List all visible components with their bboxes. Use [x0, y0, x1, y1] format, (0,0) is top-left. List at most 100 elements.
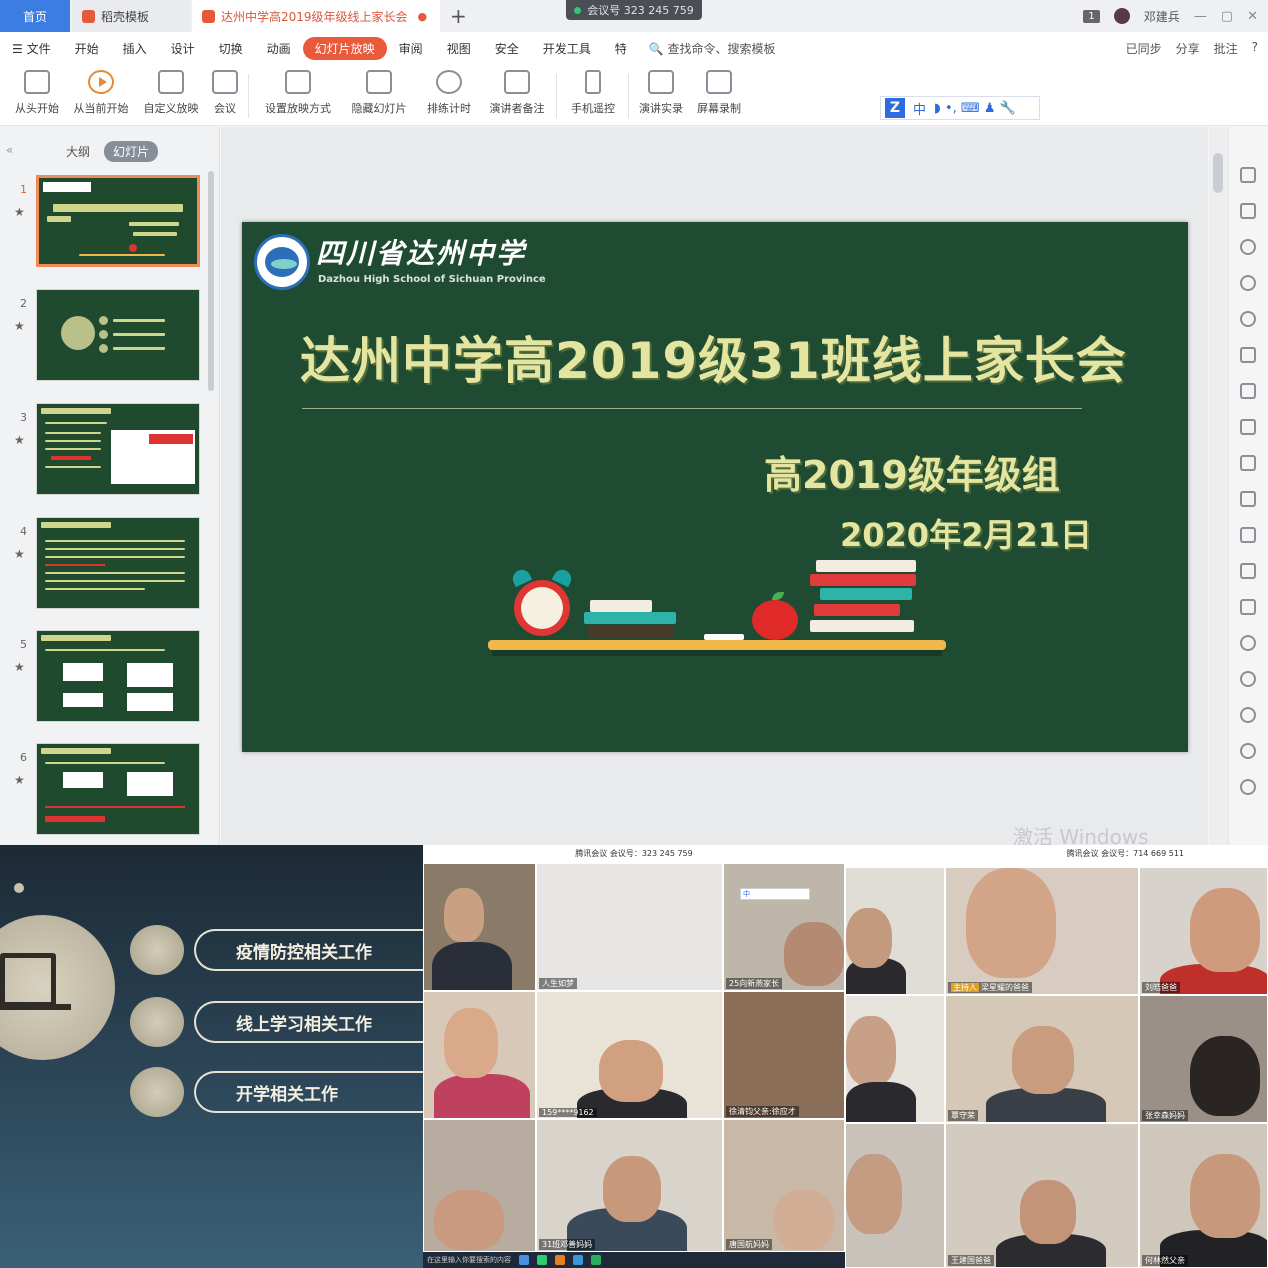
export-icon[interactable] — [1240, 527, 1256, 543]
taskbar-app-icon[interactable] — [573, 1255, 583, 1265]
hide-slide-button[interactable]: 隐藏幻灯片 — [344, 70, 414, 116]
tab-templates[interactable]: 稻壳模板 — [72, 0, 190, 32]
menu-item-transition[interactable]: 切换 — [207, 40, 255, 57]
thumbnail-scrollbar[interactable] — [208, 171, 214, 391]
taskbar-app-icon[interactable] — [555, 1255, 565, 1265]
taskbar-app-icon[interactable] — [519, 1255, 529, 1265]
history-icon[interactable] — [1240, 707, 1256, 723]
sync-button[interactable]: 已同步 — [1126, 40, 1162, 57]
menu-item-insert[interactable]: 插入 — [111, 40, 159, 57]
slide-thumbnail[interactable] — [36, 403, 200, 495]
thumbnail-row[interactable]: 1 ★ — [0, 175, 210, 273]
copy-icon[interactable] — [1240, 491, 1256, 507]
menu-item-special[interactable]: 特 — [603, 40, 639, 57]
menu-item-home[interactable]: 开始 — [63, 40, 111, 57]
thumbnail-row[interactable]: 2 ★ — [0, 289, 210, 387]
video-tile[interactable] — [845, 867, 945, 995]
menu-item-review[interactable]: 审阅 — [387, 40, 435, 57]
slide-thumbnail[interactable] — [36, 289, 200, 381]
play-from-start-button[interactable]: 从头开始 — [4, 70, 70, 116]
location-icon[interactable] — [1240, 275, 1256, 291]
slide-thumbnail[interactable] — [36, 743, 200, 835]
user-avatar[interactable] — [1113, 8, 1130, 24]
share-button[interactable]: 分享 — [1176, 40, 1200, 57]
comment-button[interactable]: 批注 — [1214, 40, 1238, 57]
video-tile[interactable] — [845, 1123, 945, 1268]
collapse-panel-icon[interactable]: « — [6, 143, 13, 157]
slides-tab[interactable]: 幻灯片 — [104, 141, 159, 162]
video-tile[interactable]: 徐清钧父亲:徐应才 — [723, 991, 845, 1119]
video-tile[interactable]: 王建国爸爸 — [945, 1123, 1139, 1268]
grid-icon[interactable] — [1240, 383, 1256, 399]
slide-thumbnail[interactable] — [36, 175, 200, 267]
menu-item-developer[interactable]: 开发工具 — [531, 40, 603, 57]
menu-item-design[interactable]: 设计 — [159, 40, 207, 57]
video-tile[interactable]: 31班邓善妈妈 — [536, 1119, 723, 1252]
slide-thumbnail[interactable] — [36, 630, 200, 722]
slide-thumbnail[interactable] — [36, 517, 200, 609]
template-icon[interactable] — [1240, 563, 1256, 579]
current-slide[interactable]: 四川省达州中学 Dazhou High School of Sichuan Pr… — [242, 222, 1188, 752]
page-badge[interactable]: 1 — [1083, 9, 1100, 23]
video-tile[interactable] — [423, 991, 536, 1119]
video-tile[interactable]: 主持人 梁星耀的爸爸 — [945, 867, 1139, 995]
menu-item-animation[interactable]: 动画 — [255, 40, 303, 57]
input-method-toolbar[interactable]: Z 中 ◗ •, ⌨ ♟ 🔧 — [880, 96, 1040, 120]
image-icon[interactable] — [1240, 599, 1256, 615]
ime-mode[interactable]: 中 — [913, 99, 926, 118]
ime-tools[interactable]: ◗ •, ⌨ ♟ 🔧 — [934, 101, 1016, 116]
help-button[interactable]: ? — [1252, 40, 1258, 57]
home-icon[interactable] — [1240, 167, 1256, 183]
video-tile[interactable]: 刘皓爸爸 — [1139, 867, 1268, 995]
video-tile[interactable]: 覃守荣 — [945, 995, 1139, 1123]
menu-item-view[interactable]: 视图 — [435, 40, 483, 57]
speaker-notes-button[interactable]: 演讲者备注 — [484, 70, 550, 116]
video-tile[interactable]: 唐国航妈妈 — [723, 1119, 845, 1252]
new-tab-icon[interactable]: + — [450, 4, 467, 28]
outline-tab[interactable]: 大纲 — [66, 143, 90, 160]
command-search[interactable]: 🔍 查找命令、搜索模板 — [649, 40, 776, 57]
menu-file[interactable]: ☰ 文件 — [0, 40, 63, 57]
minimize-button[interactable]: — — [1194, 9, 1207, 24]
settings-sliders-icon[interactable] — [1240, 455, 1256, 471]
thumbnail-row[interactable]: 3 ★ — [0, 403, 210, 501]
phone-remote-button[interactable]: 手机遥控 — [560, 70, 626, 116]
canvas-scrollbar[interactable] — [1209, 127, 1229, 845]
tab-document[interactable]: 达州中学高2019级年级线上家长会 ● — [192, 0, 440, 32]
video-tile[interactable]: 张幸森妈妈 — [1139, 995, 1268, 1123]
thumbnail-row[interactable]: 4 ★ — [0, 517, 210, 615]
object-icon[interactable] — [1240, 239, 1256, 255]
setup-show-button[interactable]: 设置放映方式 — [256, 70, 340, 116]
menu-item-security[interactable]: 安全 — [483, 40, 531, 57]
taskbar-search[interactable]: 在这里输入你要搜索的内容 — [427, 1255, 511, 1265]
video-tile[interactable]: 159****9162 — [536, 991, 723, 1119]
rehearse-timing-button[interactable]: 排练计时 — [414, 70, 484, 116]
smile-icon[interactable] — [1240, 779, 1256, 795]
video-tile[interactable] — [423, 1119, 536, 1252]
shape-icon[interactable] — [1240, 203, 1256, 219]
meeting-id-banner[interactable]: 会议号 323 245 759 — [566, 0, 702, 20]
taskbar-app-icon[interactable] — [591, 1255, 601, 1265]
user-name[interactable]: 邓建兵 — [1144, 8, 1180, 25]
table-icon[interactable] — [1240, 347, 1256, 363]
play-from-current-button[interactable]: 从当前开始 — [68, 70, 134, 116]
screen-record-button[interactable]: 屏幕录制 — [686, 70, 752, 116]
help-icon[interactable] — [1240, 743, 1256, 759]
video-tile[interactable]: 中 25向新燕家长 — [723, 863, 845, 991]
speech-record-button[interactable]: 演讲实录 — [628, 70, 694, 116]
fill-icon[interactable] — [1240, 311, 1256, 327]
restore-button[interactable]: ▢ — [1221, 9, 1233, 24]
download-icon[interactable] — [1240, 671, 1256, 687]
speaker-icon[interactable] — [1240, 635, 1256, 651]
taskbar-app-icon[interactable] — [537, 1255, 547, 1265]
close-tab-icon[interactable]: ● — [418, 10, 428, 23]
tab-home[interactable]: 首页 — [0, 0, 70, 32]
video-tile[interactable]: 人生如梦 — [536, 863, 723, 991]
chart-icon[interactable] — [1240, 419, 1256, 435]
video-tile[interactable] — [423, 863, 536, 991]
video-tile[interactable] — [845, 995, 945, 1123]
canvas-scroll-thumb[interactable] — [1213, 153, 1223, 193]
video-tile[interactable]: 何林然父亲 — [1139, 1123, 1268, 1268]
thumbnail-row[interactable]: 6 ★ — [0, 743, 210, 841]
menu-item-slideshow[interactable]: 幻灯片放映 — [302, 36, 387, 60]
